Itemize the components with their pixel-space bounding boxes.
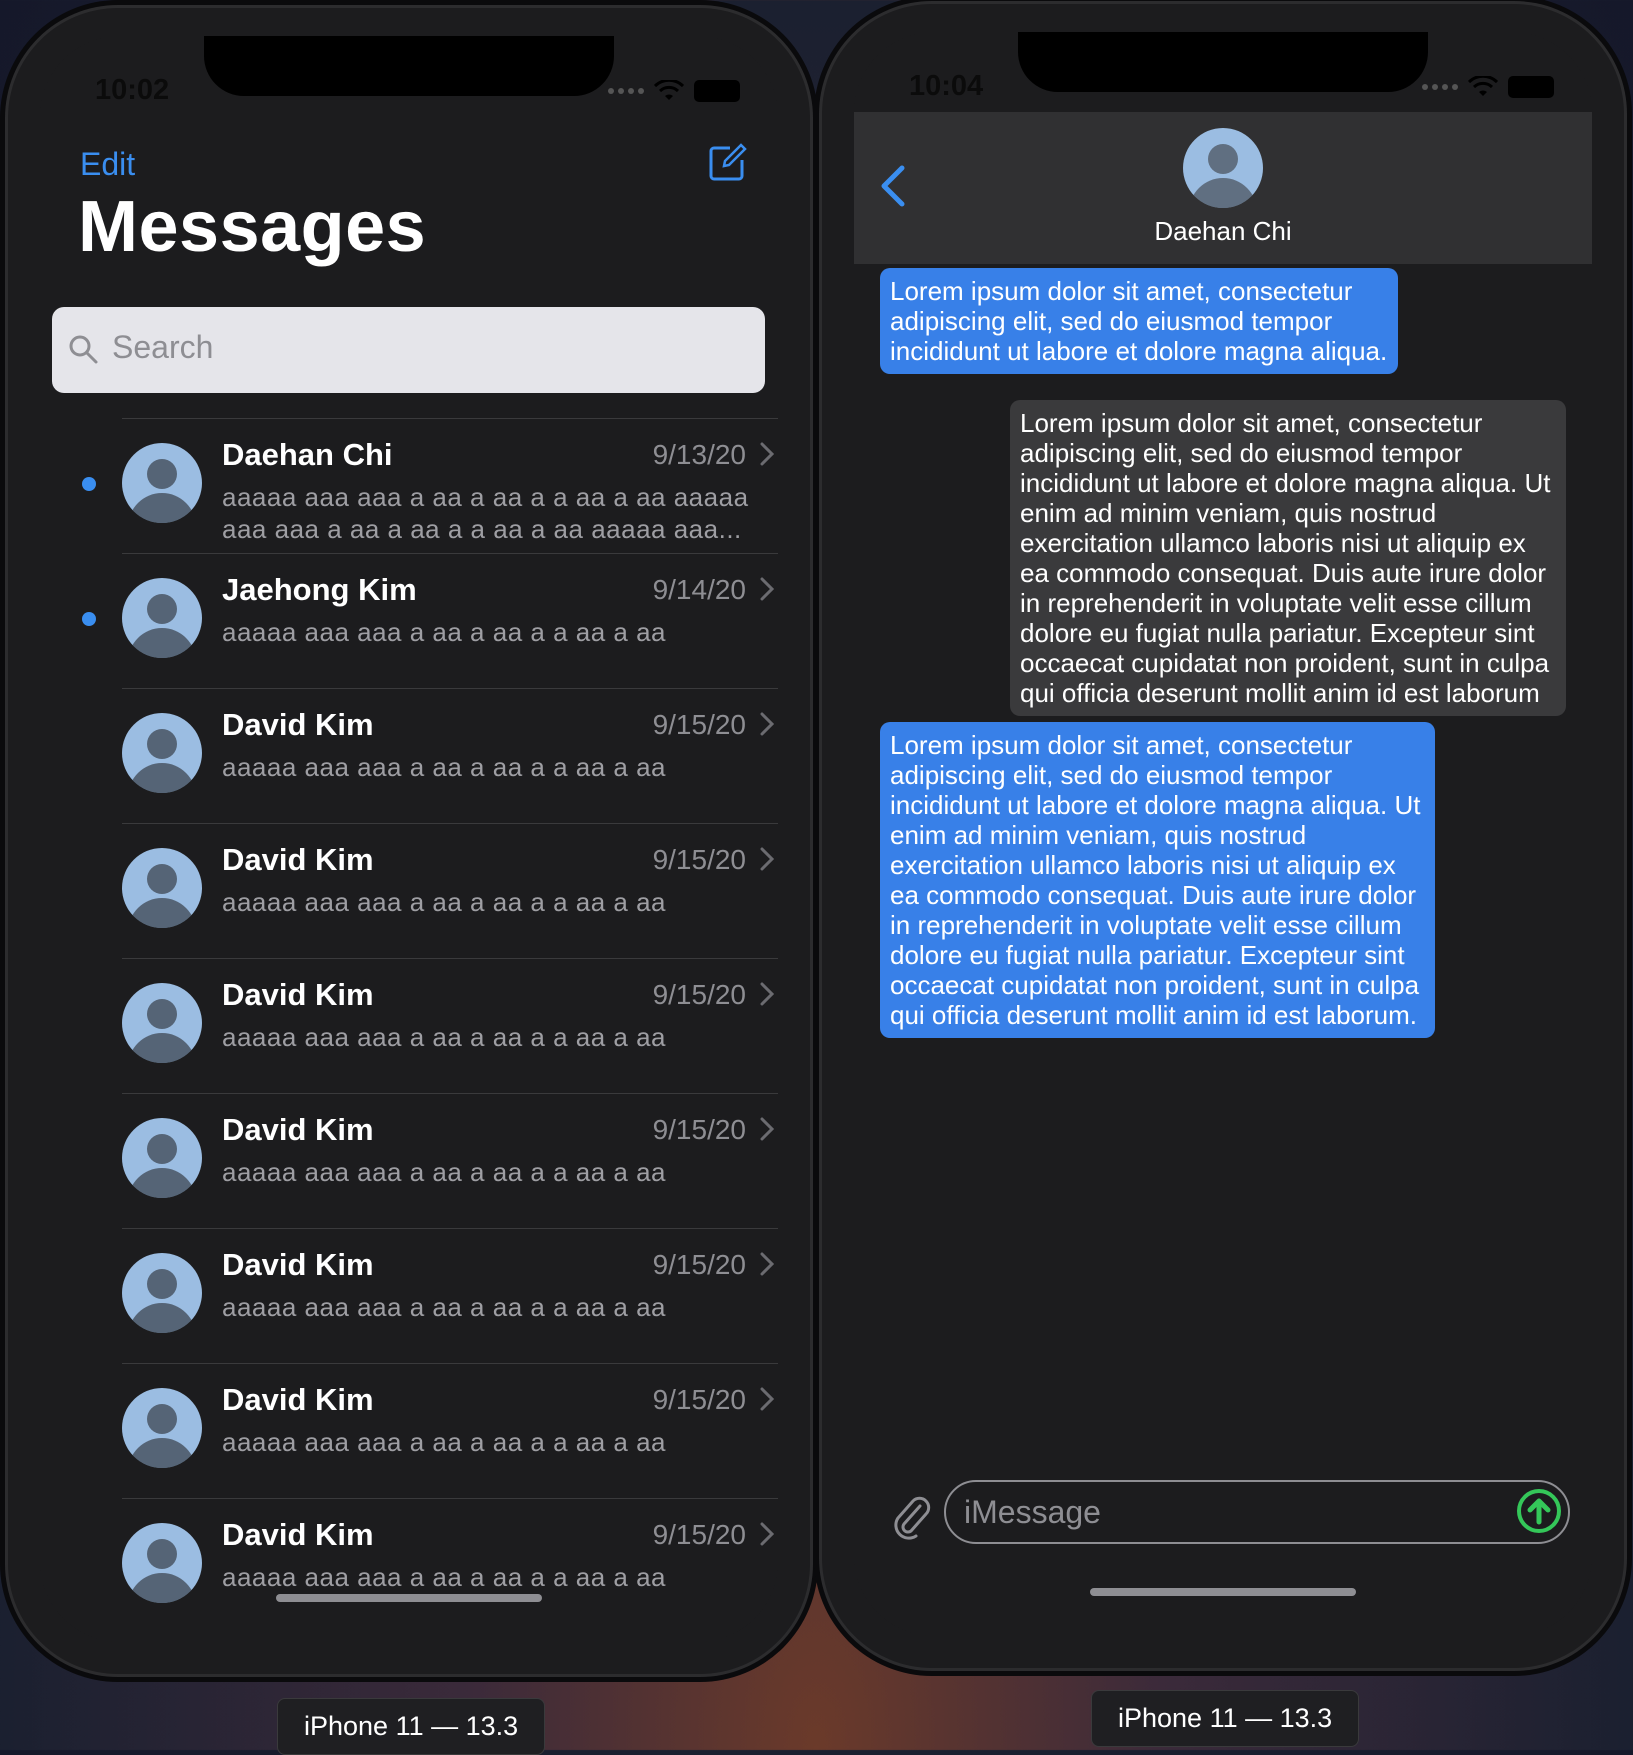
right-phone: Daehan Chi 10:04 Lorem ipsum dolor sit a… [822, 4, 1624, 1668]
avatar [122, 848, 202, 928]
status-icons [1422, 76, 1554, 98]
wifi-icon [1468, 76, 1498, 96]
page-title: Messages [78, 187, 427, 267]
contact-name: Jaehong Kim [222, 572, 417, 607]
conversation-row[interactable]: David Kim 9/15/20 aaaaa aaa aaa a aa a aa … [122, 1363, 778, 1498]
avatar [122, 443, 202, 523]
contact-name: David Kim [222, 842, 374, 877]
chevron-right-icon [760, 1117, 774, 1141]
avatar [122, 578, 202, 658]
imessage-placeholder: iMessage [964, 1494, 1101, 1530]
avatar [122, 983, 202, 1063]
status-icons [608, 80, 740, 102]
avatar [122, 1253, 202, 1333]
chat-header: Daehan Chi [854, 112, 1592, 264]
chevron-right-icon [760, 442, 774, 466]
conversation-row[interactable]: David Kim 9/15/20 aaaaa aaa aaa a aa a aa … [122, 688, 778, 823]
contact-name[interactable]: Daehan Chi [854, 216, 1592, 247]
chevron-right-icon [760, 712, 774, 736]
message-date: 9/15/20 [652, 709, 746, 740]
search-input[interactable]: Search [52, 307, 765, 393]
message-preview: aaaaa aaa aaa a aa a aa a a aa a aa [222, 1427, 666, 1457]
back-chevron-icon[interactable] [878, 164, 908, 208]
wifi-icon [654, 80, 684, 100]
avatar [122, 1523, 202, 1603]
contact-name: David Kim [222, 707, 374, 742]
device-label-right: iPhone 11 — 13.3 [1091, 1690, 1360, 1747]
unread-indicator [82, 477, 96, 491]
avatar [122, 713, 202, 793]
chevron-right-icon [760, 847, 774, 871]
conversation-row[interactable]: David Kim 9/15/20 aaaaa aaa aaa a aa a aa … [122, 1093, 778, 1228]
contact-name: David Kim [222, 1112, 374, 1147]
notch [1018, 32, 1428, 92]
contact-name: David Kim [222, 977, 374, 1012]
search-icon [69, 335, 98, 364]
status-time: 10:02 [95, 74, 170, 106]
home-indicator [276, 1594, 542, 1602]
imessage-input[interactable]: iMessage [944, 1480, 1570, 1544]
chevron-right-icon [760, 1387, 774, 1411]
contact-name: David Kim [222, 1382, 374, 1417]
device-label-left: iPhone 11 — 13.3 [277, 1698, 546, 1755]
edit-button[interactable]: Edit [80, 146, 135, 183]
message-preview: aaaaa aaa aaa a aa a aa a a aa a aa [222, 1157, 666, 1187]
paperclip-icon[interactable] [890, 1492, 934, 1540]
message-preview: aaaaa aaa aaa a aa a aa a a aa a aa [222, 1022, 666, 1052]
notch [204, 36, 614, 96]
avatar [122, 1118, 202, 1198]
conversation-row[interactable]: Jaehong Kim 9/14/20 aaaaa aaa aaa a aa a a… [82, 553, 778, 688]
message-bubble-received[interactable]: Lorem ipsum dolor sit amet, consectetur … [1010, 400, 1566, 716]
message-preview: aaaaa aaa aaa a aa a aa a a aa a aa [222, 752, 666, 782]
left-phone: 10:02 Edit Messages Search Daehan Chi 9/1… [8, 8, 810, 1674]
message-date: 9/15/20 [652, 844, 746, 875]
chevron-right-icon [760, 982, 774, 1006]
conversation-row[interactable]: David Kim 9/15/20 aaaaa aaa aaa a aa a aa … [122, 958, 778, 1093]
messages-list-screen: 10:02 Edit Messages Search Daehan Chi 9/1… [40, 36, 778, 1642]
conversation-row[interactable]: David Kim 9/15/20 aaaaa aaa aaa a aa a aa … [122, 1228, 778, 1363]
message-date: 9/14/20 [652, 574, 746, 605]
contact-name: Daehan Chi [222, 437, 393, 472]
battery-icon [694, 80, 740, 102]
search-placeholder: Search [112, 329, 214, 365]
chevron-right-icon [760, 1252, 774, 1276]
message-date: 9/15/20 [652, 1114, 746, 1145]
message-preview: aaaaa aaa aaa a aa a aa a a aa a aa [222, 1292, 666, 1322]
message-preview: aaaaa aaa aaa a aa a aa a a aa a aa [222, 617, 666, 647]
message-date: 9/15/20 [652, 1384, 746, 1415]
message-bubble-sent[interactable]: Lorem ipsum dolor sit amet, consectetur … [880, 268, 1398, 374]
chevron-right-icon [760, 577, 774, 601]
message-bubble-sent[interactable]: Lorem ipsum dolor sit amet, consectetur … [880, 722, 1435, 1038]
avatar [122, 1388, 202, 1468]
signal-icon [608, 88, 644, 94]
status-time: 10:04 [909, 70, 984, 102]
home-indicator [1090, 1588, 1356, 1596]
compose-icon[interactable] [708, 142, 748, 182]
send-arrow-icon[interactable] [1516, 1488, 1562, 1534]
conversation-screen: Daehan Chi 10:04 Lorem ipsum dolor sit a… [854, 32, 1592, 1636]
contact-avatar[interactable] [1183, 128, 1263, 208]
signal-icon [1422, 84, 1458, 90]
unread-indicator [82, 612, 96, 626]
chevron-right-icon [760, 1522, 774, 1546]
message-preview: aaaaa aaa aaa a aa a aa a a aa a aa [222, 1562, 666, 1592]
conversation-list: Daehan Chi 9/13/20 aaaaa aaa aaa a aa a aa… [40, 418, 778, 1633]
message-date: 9/13/20 [652, 439, 746, 470]
message-preview: aaaaa aaa aaa a aa a aa a a aa a aa [222, 887, 666, 917]
conversation-row[interactable]: David Kim 9/15/20 aaaaa aaa aaa a aa a aa … [122, 823, 778, 958]
battery-icon [1508, 76, 1554, 98]
contact-name: David Kim [222, 1517, 374, 1552]
conversation-row[interactable]: Daehan Chi 9/13/20 aaaaa aaa aaa a aa a aa… [82, 418, 778, 553]
message-preview: aaaaa aaa aaa a aa a aa a a aa a aa aaaa… [222, 482, 749, 544]
message-date: 9/15/20 [652, 979, 746, 1010]
message-date: 9/15/20 [652, 1519, 746, 1550]
conversation-row[interactable]: David Kim 9/15/20 aaaaa aaa aaa a aa a aa … [122, 1498, 778, 1633]
message-date: 9/15/20 [652, 1249, 746, 1280]
contact-name: David Kim [222, 1247, 374, 1282]
